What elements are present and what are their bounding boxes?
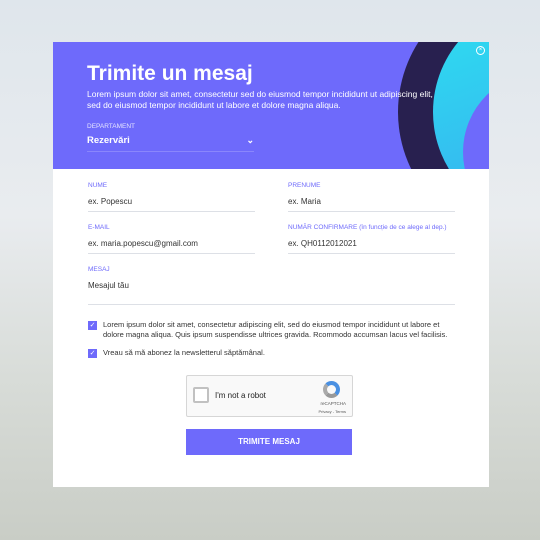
page-subtitle: Lorem ipsum dolor sit amet, consectetur …	[87, 89, 433, 110]
confirmation-label: NUMĂR CONFIRMARE (în funcție de ce alege…	[288, 224, 447, 231]
recaptcha-checkbox[interactable]	[193, 387, 209, 403]
nume-input[interactable]: ex. Popescu	[88, 197, 255, 206]
recaptcha-label: I'm not a robot	[215, 391, 266, 400]
newsletter-label: Vreau să mă abonez la newsletterul săptă…	[103, 348, 265, 357]
prenume-field[interactable]: PRENUME ex. Maria	[288, 182, 455, 212]
department-select[interactable]: Rezervări ⌄	[87, 135, 254, 152]
terms-label: Lorem ipsum dolor sit amet, consectetur …	[103, 320, 448, 339]
recaptcha-brand: reCAPTCHA	[320, 401, 346, 406]
confirmation-input[interactable]: ex. QH0112012021	[288, 239, 455, 248]
message-field[interactable]: MESAJ Mesajul tău	[88, 266, 455, 305]
confirmation-field[interactable]: NUMĂR CONFIRMARE (în funcție de ce alege…	[288, 224, 455, 254]
email-label: E-MAIL	[88, 224, 110, 231]
form-header: × Trimite un mesaj Lorem ipsum dolor sit…	[53, 42, 489, 169]
email-field[interactable]: E-MAIL ex. maria.popescu@gmail.com	[88, 224, 255, 254]
recaptcha-widget: I'm not a robot reCAPTCHA Privacy - Term…	[186, 375, 353, 417]
prenume-input[interactable]: ex. Maria	[288, 197, 455, 206]
message-textarea[interactable]: Mesajul tău	[88, 281, 455, 290]
message-label: MESAJ	[88, 266, 110, 273]
checkbox-checked-icon[interactable]: ✓	[88, 321, 97, 330]
chevron-down-icon: ⌄	[246, 135, 254, 145]
terms-checkbox-row[interactable]: ✓ Lorem ipsum dolor sit amet, consectetu…	[88, 320, 448, 340]
close-icon[interactable]: ×	[476, 46, 485, 55]
recaptcha-links[interactable]: Privacy - Terms	[319, 409, 346, 414]
department-label: DEPARTAMENT	[87, 123, 136, 130]
checkbox-checked-icon[interactable]: ✓	[88, 349, 97, 358]
department-value: Rezervări	[87, 135, 130, 146]
nume-label: NUME	[88, 182, 108, 189]
prenume-label: PRENUME	[288, 182, 321, 189]
email-input[interactable]: ex. maria.popescu@gmail.com	[88, 239, 255, 248]
newsletter-checkbox-row[interactable]: ✓ Vreau să mă abonez la newsletterul săp…	[88, 348, 448, 358]
submit-button[interactable]: TRIMITE MESAJ	[186, 429, 352, 455]
contact-form-card: × Trimite un mesaj Lorem ipsum dolor sit…	[53, 42, 489, 487]
page-title: Trimite un mesaj	[87, 62, 253, 85]
nume-field[interactable]: NUME ex. Popescu	[88, 182, 255, 212]
recaptcha-logo-icon	[323, 381, 340, 398]
